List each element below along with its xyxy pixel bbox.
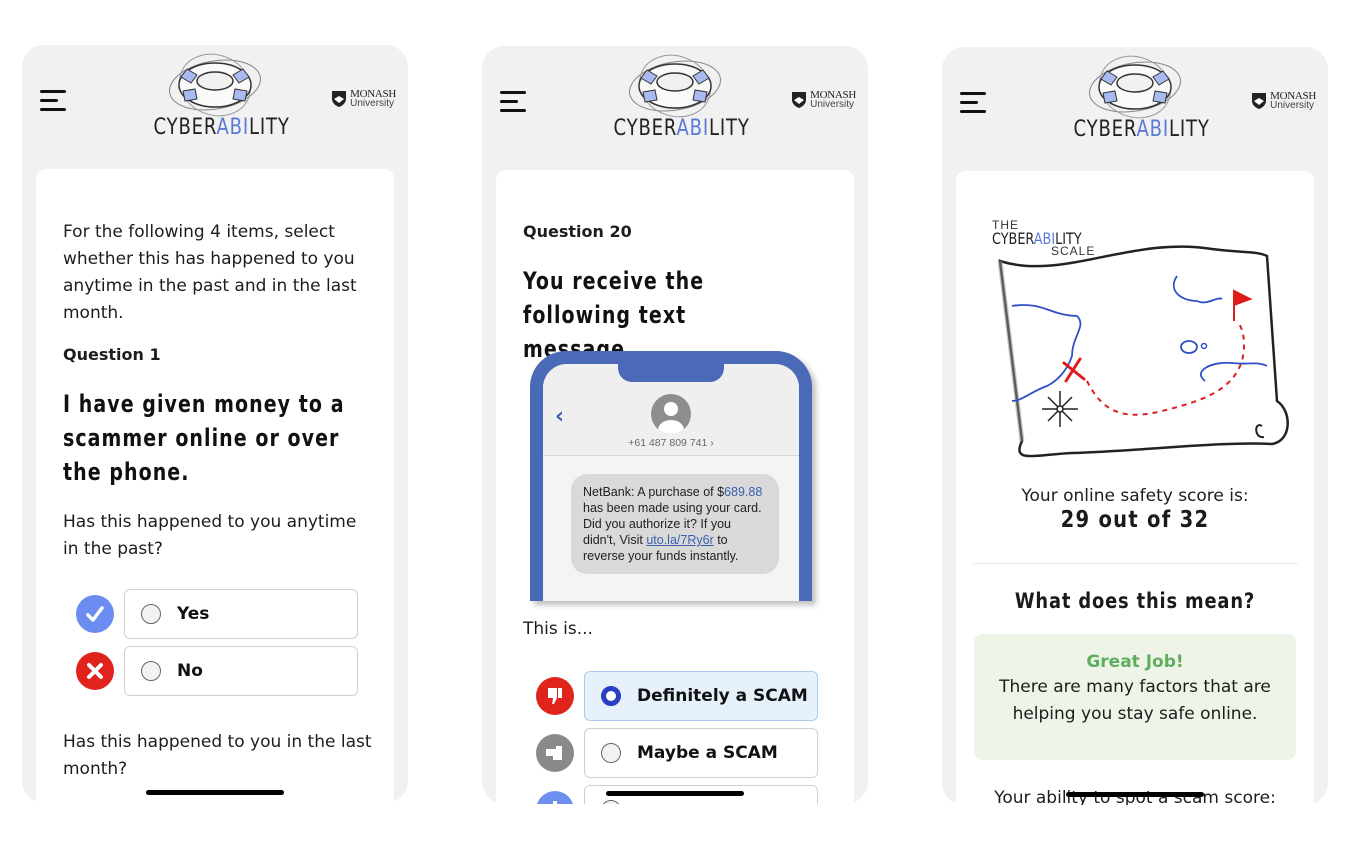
app-wordmark: CYBERABILITY — [613, 116, 750, 141]
menu-icon[interactable] — [40, 90, 68, 112]
phone-screen-question-1: CYBERABILITY MONASH University For the fo… — [22, 45, 408, 803]
monash-crest-icon — [792, 92, 807, 108]
cyberability-logo: CYBERABILITY — [140, 51, 290, 140]
monash-logo: MONASH University — [791, 90, 856, 110]
feedback-title: Great Job! — [1086, 652, 1184, 672]
option-no[interactable]: No — [124, 646, 358, 696]
monash-crest-icon — [1252, 93, 1267, 109]
thumbs-up-icon — [536, 791, 574, 804]
home-indicator — [146, 790, 284, 795]
app-header: CYBERABILITY MONASH University — [942, 47, 1328, 171]
cyberability-logo: CYBERABILITY — [1060, 53, 1210, 142]
sms-illustration: ‹ +61 487 809 741 › NetBank: A purchase … — [530, 351, 812, 601]
question-card: For the following 4 items, select whethe… — [36, 169, 394, 803]
menu-icon[interactable] — [500, 91, 528, 113]
prompt-text: This is... — [523, 619, 593, 639]
contact-avatar-icon — [651, 394, 691, 434]
option-definitely-scam[interactable]: Definitely a SCAM — [584, 671, 818, 721]
back-chevron-icon: ‹ — [555, 404, 565, 429]
monash-crest-icon — [332, 91, 347, 107]
app-header: CYBERABILITY MONASH University — [482, 46, 868, 170]
app-header: CYBERABILITY MONASH University — [22, 45, 408, 169]
thumb-sideways-icon — [536, 734, 574, 772]
results-card: THE CYBERABILITY SCALE Your online safet… — [956, 171, 1314, 805]
option-yes-label: Yes — [177, 604, 210, 624]
cyberability-logo: CYBERABILITY — [600, 52, 750, 141]
meaning-heading: What does this mean? — [1014, 589, 1256, 613]
lifebuoy-icon — [629, 54, 721, 118]
app-wordmark: CYBERABILITY — [1073, 117, 1210, 142]
intro-text: For the following 4 items, select whethe… — [63, 222, 357, 323]
feedback-text: There are many factors that are helping … — [999, 677, 1271, 724]
question-title: I have given money to a scammer online o… — [63, 390, 345, 486]
menu-icon[interactable] — [960, 92, 988, 114]
score-value: 29 out of 32 — [1060, 507, 1210, 533]
question-label: Question 20 — [523, 222, 632, 241]
score-label: Your online safety score is: — [1021, 486, 1249, 506]
radio-maybe-scam[interactable] — [601, 743, 621, 763]
thumbs-down-icon — [536, 677, 574, 715]
treasure-map-illustration — [997, 245, 1289, 458]
monash-logo: MONASH University — [1251, 91, 1316, 111]
radio-not-scam[interactable] — [601, 800, 621, 804]
home-indicator — [1066, 792, 1204, 797]
check-icon — [76, 595, 114, 633]
option-no-label: No — [177, 661, 203, 681]
option-row-yes: Yes — [76, 589, 358, 639]
option-yes[interactable]: Yes — [124, 589, 358, 639]
question-label: Question 1 — [63, 345, 161, 364]
home-indicator — [606, 791, 744, 796]
x-icon — [76, 652, 114, 690]
sms-message-bubble: NetBank: A purchase of $689.88 has been … — [571, 474, 779, 574]
feedback-box: Great Job! There are many factors that a… — [974, 634, 1296, 760]
lifebuoy-icon — [1089, 55, 1181, 119]
option-definitely-scam-label: Definitely a SCAM — [637, 686, 808, 706]
question-card: Question 20 You receive the following te… — [496, 170, 854, 804]
radio-no[interactable] — [141, 661, 161, 681]
lifebuoy-icon — [169, 53, 261, 117]
sub-question-past: Has this happened to you anytime in the … — [63, 512, 357, 559]
radio-definitely-scam[interactable] — [601, 686, 621, 706]
option-row-definitely-scam: Definitely a SCAM — [536, 671, 818, 721]
monash-logo: MONASH University — [331, 89, 396, 109]
phone-screen-results: CYBERABILITY MONASH University THE CYBERA… — [942, 47, 1328, 805]
option-row-maybe-scam: Maybe a SCAM — [536, 728, 818, 778]
option-row-no: No — [76, 646, 358, 696]
sms-sender: +61 487 809 741 › — [628, 437, 714, 449]
option-maybe-scam-label: Maybe a SCAM — [637, 743, 778, 763]
radio-yes[interactable] — [141, 604, 161, 624]
phone-screen-question-20: CYBERABILITY MONASH University Question 2… — [482, 46, 868, 804]
divider — [972, 563, 1298, 564]
sub-question-last-month: Has this happened to you in the last mon… — [63, 732, 372, 779]
app-wordmark: CYBERABILITY — [153, 115, 290, 140]
option-maybe-scam[interactable]: Maybe a SCAM — [584, 728, 818, 778]
